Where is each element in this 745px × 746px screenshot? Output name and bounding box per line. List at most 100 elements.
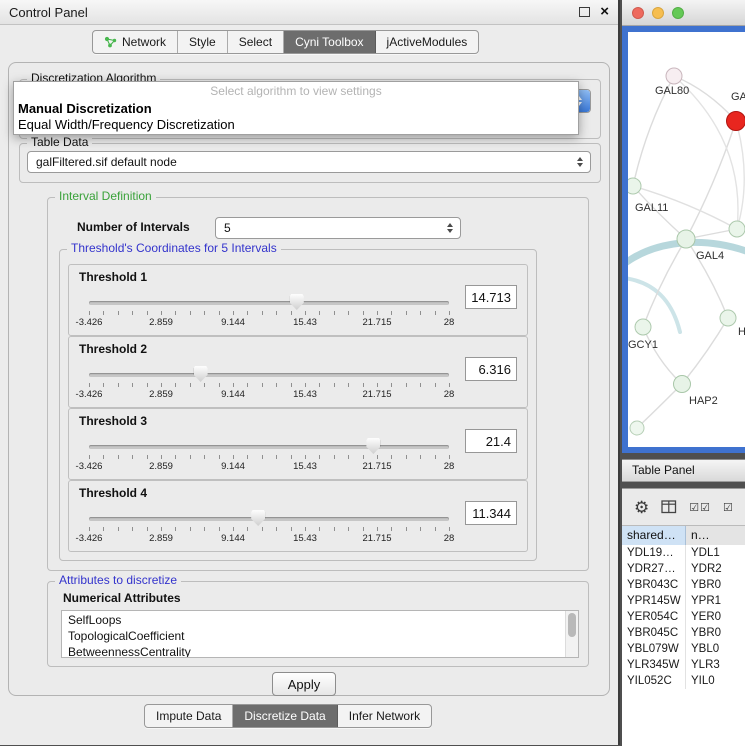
table-row[interactable]: YDL19…YDL1 bbox=[622, 545, 745, 561]
cell-shared-name: YDR27… bbox=[622, 561, 686, 577]
network-node[interactable] bbox=[720, 310, 736, 326]
threshold-value-field[interactable]: 6.316 bbox=[465, 357, 517, 381]
network-node[interactable] bbox=[630, 421, 644, 435]
tab-jactivemodules[interactable]: jActiveModules bbox=[376, 31, 479, 53]
tab-select[interactable]: Select bbox=[228, 31, 284, 53]
algorithm-option[interactable]: Manual Discretization bbox=[14, 101, 578, 117]
table-row[interactable]: YIL052CYIL0 bbox=[622, 673, 745, 689]
network-icon bbox=[104, 36, 117, 48]
tick-mark bbox=[348, 311, 349, 315]
tick-mark bbox=[276, 527, 277, 531]
tab-label: Select bbox=[239, 35, 272, 49]
thresholds-group-title: Threshold's Coordinates for 5 Intervals bbox=[67, 242, 281, 254]
gear-icon[interactable]: ⚙ bbox=[634, 499, 649, 516]
network-edge[interactable] bbox=[643, 327, 682, 384]
tab-network[interactable]: Network bbox=[93, 31, 178, 53]
network-canvas-svg[interactable]: GAL80GAGAL11GAL4GCY1HHAP2 bbox=[628, 32, 745, 447]
list-item[interactable]: SelfLoops bbox=[62, 613, 578, 629]
tick-mark bbox=[103, 383, 104, 387]
tab-impute-data[interactable]: Impute Data bbox=[145, 705, 233, 727]
tick-label: 15.43 bbox=[293, 461, 317, 472]
tick-mark bbox=[161, 311, 162, 315]
threshold-value-field[interactable]: 21.4 bbox=[465, 429, 517, 453]
slider-track[interactable] bbox=[89, 373, 449, 377]
cell-name: YDL1 bbox=[686, 545, 745, 561]
tick-mark bbox=[276, 455, 277, 459]
scrollbar-thumb[interactable] bbox=[568, 613, 576, 637]
node-label: H bbox=[738, 326, 745, 338]
tick-mark bbox=[219, 455, 220, 459]
table-panel-titlebar[interactable]: Table Panel bbox=[622, 459, 745, 482]
tab-style[interactable]: Style bbox=[178, 31, 228, 53]
content-panel: Discretization Algorithm Select algorith… bbox=[8, 62, 610, 696]
tick-label: 15.43 bbox=[293, 317, 317, 328]
list-item[interactable]: BetweennessCentrality bbox=[62, 645, 578, 658]
network-node[interactable] bbox=[635, 319, 651, 335]
network-node[interactable] bbox=[666, 68, 682, 84]
minimize-traffic-light-icon[interactable] bbox=[652, 7, 664, 19]
algorithm-option[interactable]: Equal Width/Frequency Discretization bbox=[14, 117, 578, 133]
slider-thumb[interactable] bbox=[194, 366, 208, 382]
threshold-value-field[interactable]: 14.713 bbox=[465, 285, 517, 309]
network-node[interactable] bbox=[677, 230, 695, 248]
slider-track[interactable] bbox=[89, 445, 449, 449]
column-header-shared-name[interactable]: shared… bbox=[622, 526, 686, 546]
tick-mark bbox=[420, 383, 421, 387]
slider-thumb[interactable] bbox=[290, 294, 304, 310]
cell-name: YER0 bbox=[686, 609, 745, 625]
table-row[interactable]: YPR145WYPR1 bbox=[622, 593, 745, 609]
num-intervals-combo[interactable]: 5 bbox=[215, 217, 461, 239]
column-header-name[interactable]: n… bbox=[686, 526, 745, 546]
close-icon[interactable]: × bbox=[600, 5, 609, 19]
columns-icon[interactable] bbox=[661, 500, 677, 514]
select-rows-icon[interactable]: ☑ bbox=[723, 501, 734, 514]
table-row[interactable]: YLR345WYLR3 bbox=[622, 657, 745, 673]
slider-thumb[interactable] bbox=[366, 438, 380, 454]
table-row[interactable]: YBR045CYBR0 bbox=[622, 625, 745, 641]
table-row[interactable]: YBR043CYBR0 bbox=[622, 577, 745, 593]
close-traffic-light-icon[interactable] bbox=[632, 7, 644, 19]
threshold-label: Threshold 2 bbox=[79, 342, 147, 356]
network-edge[interactable] bbox=[686, 121, 736, 239]
tick-mark bbox=[435, 311, 436, 315]
tick-mark bbox=[391, 311, 392, 315]
table-row[interactable]: YBL079WYBL0 bbox=[622, 641, 745, 657]
network-edge[interactable] bbox=[736, 121, 744, 229]
network-edge[interactable] bbox=[682, 318, 728, 384]
table-panel-title: Table Panel bbox=[632, 463, 695, 477]
table-row[interactable]: YDR27…YDR2 bbox=[622, 561, 745, 577]
slider-track[interactable] bbox=[89, 301, 449, 305]
network-titlebar[interactable] bbox=[622, 0, 745, 26]
tick-mark bbox=[103, 527, 104, 531]
table-header: shared… n… bbox=[622, 525, 745, 547]
table-row[interactable]: YER054CYER0 bbox=[622, 609, 745, 625]
network-edge[interactable] bbox=[674, 76, 738, 229]
network-edge[interactable] bbox=[637, 384, 682, 428]
tick-mark bbox=[204, 527, 205, 531]
num-intervals-label: Number of Intervals bbox=[77, 221, 190, 233]
tick-mark bbox=[305, 527, 306, 531]
list-item[interactable]: TopologicalCoefficient bbox=[62, 629, 578, 645]
threshold-slider: -3.4262.8599.14415.4321.71528 bbox=[83, 431, 455, 475]
table-data-combo[interactable]: galFiltered.sif default node bbox=[27, 151, 591, 173]
network-edge[interactable] bbox=[674, 76, 736, 121]
apply-button[interactable]: Apply bbox=[272, 672, 336, 696]
control-panel-titlebar[interactable]: Control Panel × bbox=[0, 0, 618, 25]
zoom-traffic-light-icon[interactable] bbox=[672, 7, 684, 19]
float-window-icon[interactable] bbox=[579, 7, 590, 17]
select-columns-icon[interactable]: ☑☑ bbox=[689, 501, 711, 514]
network-node[interactable] bbox=[729, 221, 745, 237]
network-node[interactable] bbox=[674, 376, 691, 393]
tab-infer-network[interactable]: Infer Network bbox=[338, 705, 431, 727]
slider-track[interactable] bbox=[89, 517, 449, 521]
tab-discretize-data[interactable]: Discretize Data bbox=[233, 705, 337, 727]
network-node[interactable] bbox=[727, 112, 745, 131]
cell-name: YPR1 bbox=[686, 593, 745, 609]
numerical-attributes-list[interactable]: SelfLoopsTopologicalCoefficientBetweenne… bbox=[61, 610, 579, 658]
tab-cyni-toolbox[interactable]: Cyni Toolbox bbox=[284, 31, 375, 53]
scrollbar[interactable] bbox=[565, 611, 578, 657]
threshold-value-field[interactable]: 11.344 bbox=[465, 501, 517, 525]
control-panel-window: Control Panel × NetworkStyle Select Cyni T… bbox=[0, 0, 620, 745]
network-node[interactable] bbox=[628, 178, 641, 194]
slider-thumb[interactable] bbox=[251, 510, 265, 526]
